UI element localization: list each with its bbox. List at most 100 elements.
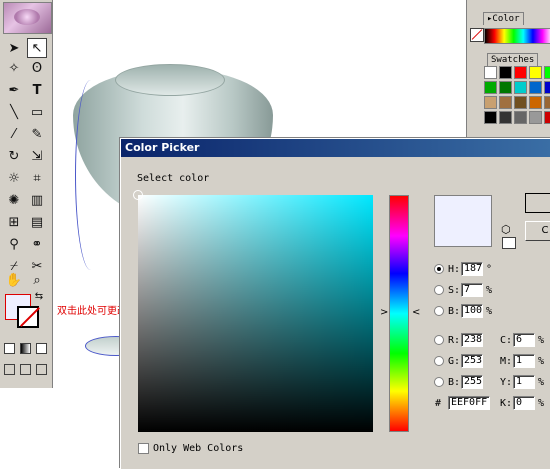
hex-input[interactable]: EEF0FF xyxy=(448,396,490,410)
only-web-colors-checkbox[interactable] xyxy=(138,443,149,454)
brightness-unit: % xyxy=(486,305,493,317)
swatch[interactable] xyxy=(544,111,550,124)
swap-colors-icon[interactable]: ⇆ xyxy=(33,290,45,302)
color-field-cursor[interactable] xyxy=(133,190,143,200)
cyan-input[interactable]: 6 xyxy=(513,333,535,347)
swatch[interactable] xyxy=(484,66,497,79)
green-radio[interactable] xyxy=(434,356,444,366)
web-safe-cube-icon[interactable]: ⬡ xyxy=(501,223,511,236)
red-radio[interactable] xyxy=(434,335,444,345)
yellow-row: Y: 1 % xyxy=(500,374,544,390)
ok-button[interactable] xyxy=(525,193,550,213)
paintbrush-tool-icon[interactable]: ⁄ xyxy=(4,124,24,144)
warp-tool-icon[interactable]: ☼ xyxy=(4,168,24,188)
hex-label: # xyxy=(435,397,442,409)
blue-label: B: xyxy=(448,376,461,388)
rectangle-tool-icon[interactable]: ▭ xyxy=(27,102,47,122)
mesh-tool-icon[interactable]: ⊞ xyxy=(4,212,24,232)
brightness-input[interactable]: 100 xyxy=(461,304,483,318)
swatch[interactable] xyxy=(544,81,550,94)
tab-swatches[interactable]: Swatches xyxy=(487,53,539,66)
swatch[interactable] xyxy=(484,111,497,124)
direct-selection-tool-icon[interactable]: ↖ xyxy=(27,38,47,58)
hue-input[interactable]: 187 xyxy=(461,262,483,276)
gradient-mode-button[interactable] xyxy=(20,343,31,354)
column-graph-tool-icon[interactable]: ▥ xyxy=(27,190,47,210)
red-input[interactable]: 238 xyxy=(461,333,483,347)
swatch[interactable] xyxy=(484,81,497,94)
swatch[interactable] xyxy=(529,111,542,124)
free-transform-tool-icon[interactable]: ⌗ xyxy=(27,168,47,188)
black-input[interactable]: 0 xyxy=(513,396,535,410)
swatch[interactable] xyxy=(529,66,542,79)
saturation-radio[interactable] xyxy=(434,285,444,295)
web-safe-color-swatch[interactable] xyxy=(502,237,516,249)
only-web-colors-option[interactable]: Only Web Colors xyxy=(138,443,243,454)
yellow-label: Y: xyxy=(500,376,513,388)
eyedropper-tool-icon[interactable]: ⚲ xyxy=(4,234,24,254)
zoom-tool-icon[interactable]: ⌕ xyxy=(27,270,47,290)
swatch[interactable] xyxy=(514,81,527,94)
standard-screen-mode-button[interactable] xyxy=(4,364,15,375)
magenta-input[interactable]: 1 xyxy=(513,354,535,368)
color-preview-swatch xyxy=(434,195,492,247)
swatch[interactable] xyxy=(499,66,512,79)
swatch[interactable] xyxy=(529,81,542,94)
blue-input[interactable]: 255 xyxy=(461,375,483,389)
none-mode-button[interactable] xyxy=(36,343,47,354)
full-screen-menu-mode-button[interactable] xyxy=(20,364,31,375)
blue-radio[interactable] xyxy=(434,377,444,387)
rotate-tool-icon[interactable]: ↻ xyxy=(4,146,24,166)
scale-tool-icon[interactable]: ⇲ xyxy=(27,146,47,166)
swatch[interactable] xyxy=(514,66,527,79)
cancel-button[interactable]: C xyxy=(525,221,550,241)
hue-slider[interactable] xyxy=(389,195,409,432)
color-spectrum-bar[interactable] xyxy=(484,28,550,44)
saturation-label: S: xyxy=(448,284,461,296)
hue-slider-left-arrow-icon[interactable]: > xyxy=(380,307,388,318)
line-tool-icon[interactable]: ╲ xyxy=(4,102,24,122)
yellow-unit: % xyxy=(538,376,545,388)
full-screen-mode-button[interactable] xyxy=(36,364,47,375)
brightness-radio[interactable] xyxy=(434,306,444,316)
gradient-tool-icon[interactable]: ▤ xyxy=(27,212,47,232)
black-row: K: 0 % xyxy=(500,395,544,411)
selection-tool-icon[interactable]: ➤ xyxy=(4,38,24,58)
magic-wand-tool-icon[interactable]: ✧ xyxy=(4,58,24,78)
saturation-unit: % xyxy=(486,284,493,296)
color-mode-button[interactable] xyxy=(4,343,15,354)
selected-path[interactable] xyxy=(75,80,106,270)
saturation-input[interactable]: 7 xyxy=(461,283,483,297)
stroke-color-swatch[interactable] xyxy=(17,306,39,328)
swatch[interactable] xyxy=(514,96,527,109)
tab-color[interactable]: ▸Color xyxy=(483,12,524,25)
yellow-input[interactable]: 1 xyxy=(513,375,535,389)
swatch[interactable] xyxy=(544,66,550,79)
pen-tool-icon[interactable]: ✒ xyxy=(4,80,24,100)
green-row: G: 253 xyxy=(434,353,486,369)
hue-radio[interactable] xyxy=(434,264,444,274)
swatch[interactable] xyxy=(484,96,497,109)
green-input[interactable]: 253 xyxy=(461,354,483,368)
green-label: G: xyxy=(448,355,461,367)
blend-tool-icon[interactable]: ⚭ xyxy=(27,234,47,254)
swatch[interactable] xyxy=(499,81,512,94)
lasso-tool-icon[interactable]: ʘ xyxy=(27,58,47,78)
brightness-label: B: xyxy=(448,305,461,317)
swatch-grid xyxy=(484,66,550,124)
hue-slider-right-arrow-icon[interactable]: < xyxy=(412,307,420,318)
swatch[interactable] xyxy=(529,96,542,109)
hand-tool-icon[interactable]: ✋ xyxy=(4,270,24,290)
type-tool-icon[interactable]: T xyxy=(27,80,47,100)
pencil-tool-icon[interactable]: ✎ xyxy=(27,124,47,144)
swatch[interactable] xyxy=(514,111,527,124)
none-swatch[interactable] xyxy=(470,28,484,42)
toolbox: ➤ ↖ ✧ ʘ ✒ T ╲ ▭ ⁄ ✎ ↻ ⇲ ☼ ⌗ ✺ ▥ ⊞ ▤ ⚲ ⚭ … xyxy=(0,0,53,388)
saturation-brightness-field[interactable] xyxy=(133,190,373,432)
swatch[interactable] xyxy=(544,96,550,109)
swatch[interactable] xyxy=(499,111,512,124)
swatch[interactable] xyxy=(499,96,512,109)
magenta-unit: % xyxy=(538,355,545,367)
wine-glass-rim[interactable] xyxy=(115,64,225,96)
symbol-sprayer-tool-icon[interactable]: ✺ xyxy=(4,190,24,210)
